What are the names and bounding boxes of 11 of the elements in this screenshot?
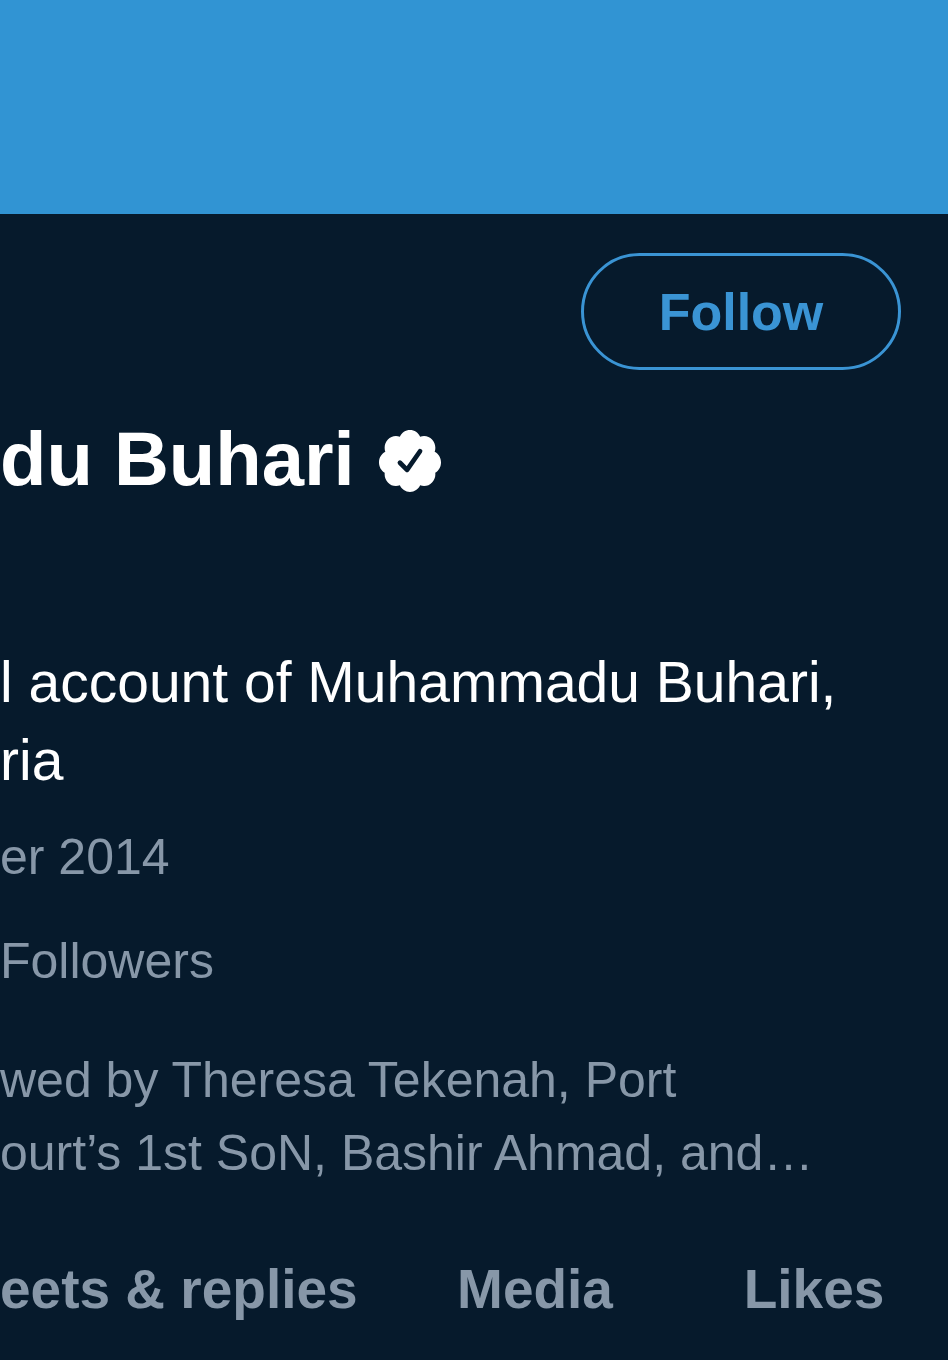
follow-button[interactable]: Follow: [581, 253, 901, 370]
profile-tab[interactable]: Media: [457, 1255, 613, 1327]
followers-count-text[interactable]: Followers: [0, 931, 214, 991]
bio-line: ria: [0, 727, 64, 794]
profile-name: du Buhari: [0, 415, 355, 503]
followed-by-line: wed by Theresa Tekenah, Port: [0, 1051, 677, 1110]
joined-date: er 2014: [0, 828, 170, 887]
followed-by-line: ourt’s 1st SoN, Bashir Ahmad, and…: [0, 1124, 814, 1183]
profile-tab[interactable]: eets & replies: [0, 1255, 358, 1327]
profile-tab[interactable]: Likes: [743, 1255, 885, 1327]
bio-line: l account of Muhammadu Buhari,: [0, 649, 837, 716]
